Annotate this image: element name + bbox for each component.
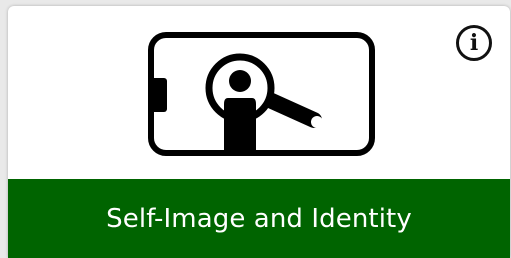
- card-title: Self-Image and Identity: [106, 204, 412, 234]
- info-icon[interactable]: i: [456, 25, 492, 61]
- info-icon-glyph: i: [469, 29, 479, 56]
- phone-selfie-magnifier-icon: [148, 32, 375, 156]
- card-footer[interactable]: Self-Image and Identity: [8, 179, 510, 258]
- topic-card[interactable]: i Self-Image and Identity: [8, 6, 510, 258]
